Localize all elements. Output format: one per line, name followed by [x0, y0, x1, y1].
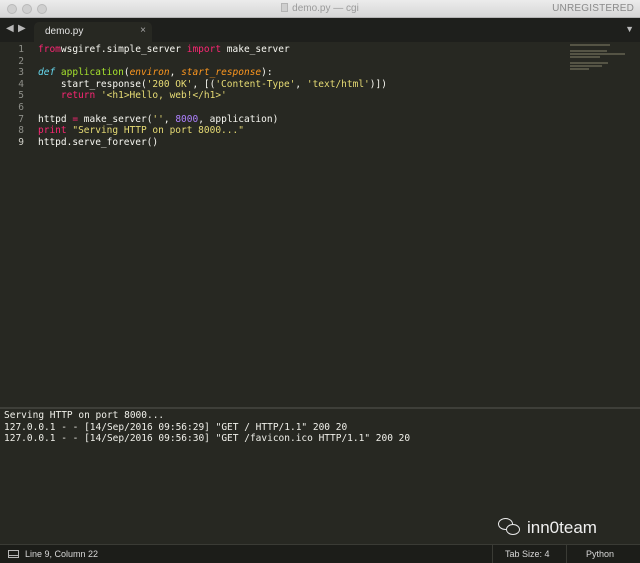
code-token: , [169, 67, 182, 79]
window-title-text: demo.py — cgi [292, 3, 359, 14]
code-token: httpd.serve_forever() [38, 136, 159, 148]
line-number: 7 [18, 113, 24, 125]
code-token: 'text/html' [306, 78, 370, 90]
code-token: print [38, 125, 67, 137]
syntax-selector[interactable]: Python [586, 549, 614, 559]
document-icon [281, 3, 289, 12]
line-number: 4 [18, 78, 24, 90]
code-token: application [60, 67, 124, 79]
line-number: 1 [18, 44, 24, 55]
minimap-line [570, 44, 610, 46]
status-bar: Line 9, Column 22 Tab Size: 4 Python [0, 544, 640, 563]
code-token: environ [129, 67, 170, 79]
tab-label: demo.py [45, 26, 84, 37]
code-token: return [60, 90, 96, 102]
minimap-line [570, 65, 603, 67]
console-line: Serving HTTP on port 8000... [4, 410, 165, 421]
minimap-line [570, 56, 600, 58]
code-token: from [38, 44, 61, 55]
minimap-line [570, 50, 607, 52]
title-bar: demo.py — cgi UNREGISTERED [0, 0, 640, 18]
line-number: 3 [18, 67, 24, 79]
code-line[interactable] [38, 56, 558, 68]
code-token: 8000 [175, 113, 199, 125]
line-number: 8 [18, 125, 24, 137]
code-token: )]) [369, 78, 387, 90]
code-area[interactable]: fromwsgiref.simple_server import make_se… [38, 44, 558, 148]
minimap[interactable] [570, 44, 626, 71]
wechat-icon [498, 518, 522, 538]
code-token: '<h1>Hello, web!</h1>' [100, 90, 227, 102]
line-number: 6 [18, 101, 24, 113]
watermark: inn0team [498, 518, 597, 538]
line-number: 5 [18, 90, 24, 102]
code-token: , [( [192, 78, 216, 90]
code-line[interactable]: start_response('200 OK', [('Content-Type… [38, 79, 558, 91]
code-line[interactable]: print "Serving HTTP on port 8000..." [38, 125, 558, 137]
tab-menu-icon[interactable]: ▼ [625, 24, 634, 34]
code-token: import [186, 44, 222, 55]
tab-close-icon[interactable]: × [140, 25, 146, 36]
code-token: def [38, 67, 56, 79]
line-number: 2 [18, 55, 24, 67]
tab-forward-icon[interactable]: ▶ [18, 23, 26, 34]
code-line[interactable]: httpd.serve_forever() [38, 137, 558, 149]
tab-bar: ◀ ▶ demo.py × ▼ [0, 18, 640, 42]
panel-toggle-icon[interactable] [8, 550, 19, 558]
code-token: make_server( [78, 113, 153, 125]
console-line: 127.0.0.1 - - [14/Sep/2016 09:56:29] "GE… [4, 421, 348, 433]
code-token: , [295, 78, 307, 90]
code-token: '' [152, 113, 164, 125]
tab-back-icon[interactable]: ◀ [6, 23, 14, 34]
code-line[interactable]: return '<h1>Hello, web!</h1>' [38, 90, 558, 102]
code-editor[interactable]: 123456789 fromwsgiref.simple_server impo… [0, 42, 640, 408]
code-line[interactable]: def application(environ, start_response)… [38, 67, 558, 79]
code-token: make_server [221, 44, 290, 55]
code-line[interactable] [38, 102, 558, 114]
code-line[interactable]: fromwsgiref.simple_server import make_se… [38, 44, 558, 56]
code-token: "Serving HTTP on port 8000..." [72, 125, 244, 137]
code-token: , application) [198, 113, 279, 125]
line-number-gutter: 123456789 [0, 44, 24, 148]
console-line: 127.0.0.1 - - [14/Sep/2016 09:56:30] "GE… [4, 433, 411, 444]
code-token: , [163, 113, 176, 125]
code-token: httpd [38, 113, 73, 125]
code-token: start_response( [38, 78, 147, 90]
watermark-text: inn0team [527, 518, 597, 537]
code-token: wsgiref.simple_server [60, 44, 187, 55]
tab-size-selector[interactable]: Tab Size: 4 [505, 549, 550, 559]
unregistered-badge: UNREGISTERED [552, 3, 634, 14]
code-token: start_response [181, 67, 262, 79]
code-line[interactable]: httpd = make_server('', 8000, applicatio… [38, 114, 558, 126]
tab-demo-py[interactable]: demo.py × [34, 22, 152, 42]
code-token: ): [261, 67, 273, 79]
window-title: demo.py — cgi [0, 3, 640, 14]
minimap-line [570, 68, 589, 70]
cursor-position: Line 9, Column 22 [25, 549, 99, 559]
line-number: 9 [18, 136, 24, 148]
vertical-scrollbar[interactable] [632, 42, 640, 408]
code-token: '200 OK' [146, 78, 193, 90]
minimap-line [570, 62, 608, 64]
code-token: 'Content-Type' [215, 78, 296, 90]
minimap-line [570, 53, 625, 55]
